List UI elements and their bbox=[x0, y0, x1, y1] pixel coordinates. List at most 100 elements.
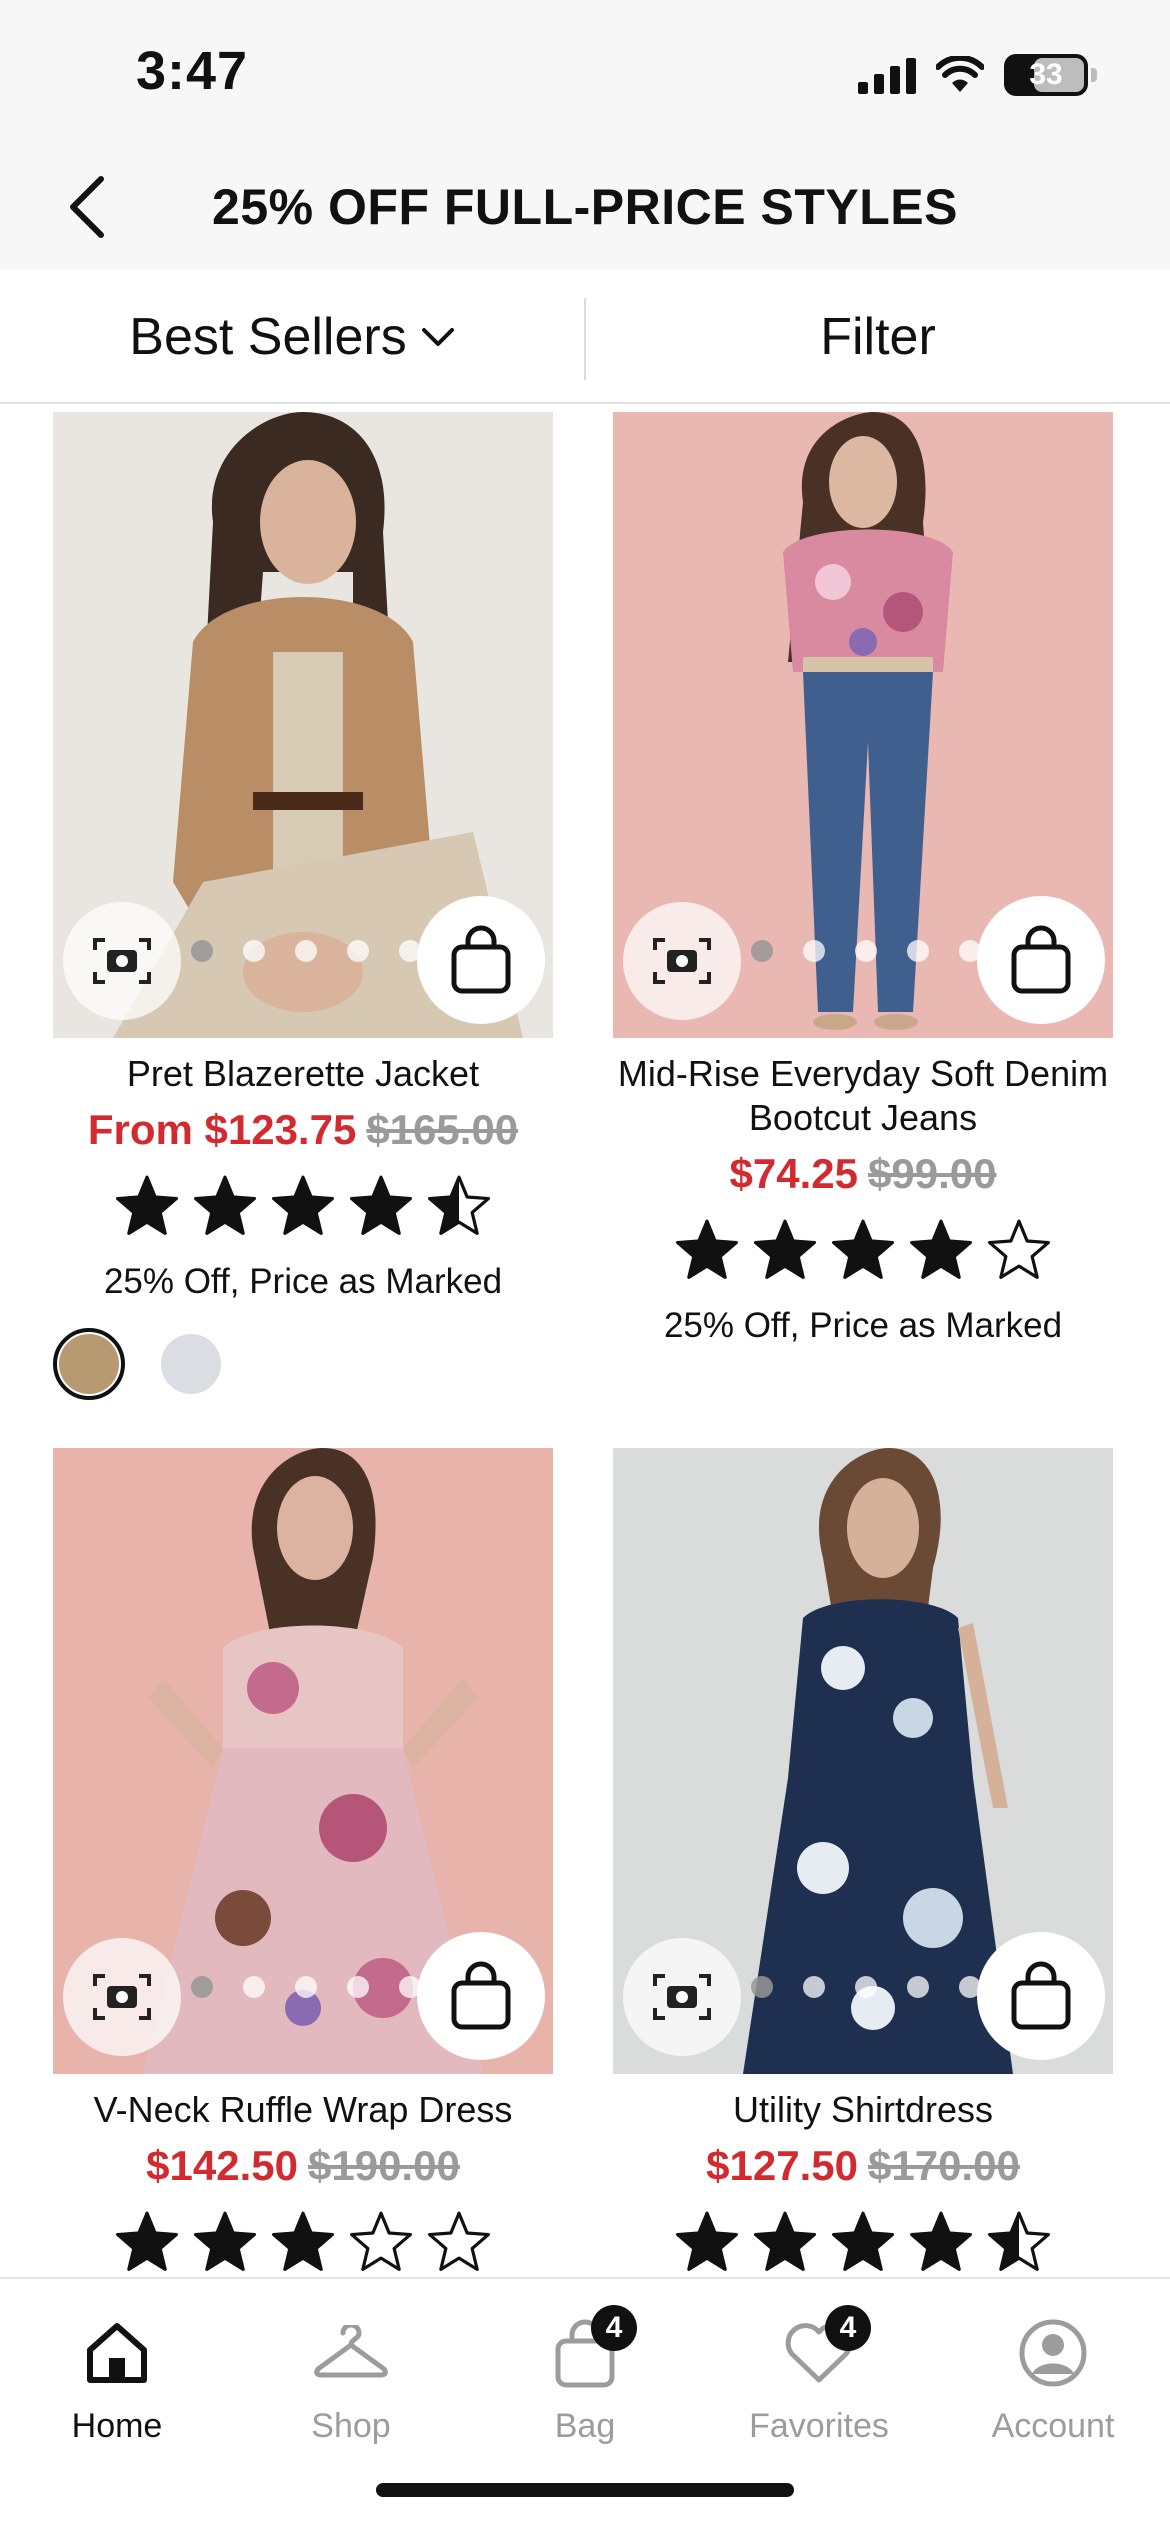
product-card[interactable]: Pret Blazerette Jacket From $123.75 $165.… bbox=[53, 412, 613, 1412]
image-carousel-dots[interactable] bbox=[191, 1976, 421, 1998]
product-card[interactable]: V-Neck Ruffle Wrap Dress $142.50 $190.00 bbox=[53, 1448, 613, 2278]
heart-icon: 4 bbox=[779, 2305, 871, 2393]
original-price: $165.00 bbox=[366, 1106, 519, 1153]
product-price: $127.50 $170.00 bbox=[613, 2142, 1113, 2190]
product-name[interactable]: Pret Blazerette Jacket bbox=[53, 1052, 553, 1096]
visual-search-button[interactable] bbox=[623, 1938, 741, 2056]
sale-price: $74.25 bbox=[729, 1150, 858, 1197]
rating-stars bbox=[613, 1218, 1113, 1280]
product-price: From $123.75 $165.00 bbox=[53, 1106, 553, 1154]
star-full-icon bbox=[116, 1175, 178, 1235]
sale-price: $142.50 bbox=[146, 2142, 298, 2189]
add-to-bag-button[interactable] bbox=[417, 1932, 545, 2060]
product-price: $142.50 $190.00 bbox=[53, 2142, 553, 2190]
original-price: $190.00 bbox=[308, 2142, 460, 2189]
star-full-icon bbox=[832, 1219, 894, 1279]
star-empty-icon bbox=[427, 2211, 490, 2271]
signal-icon bbox=[858, 56, 916, 94]
tab-account[interactable]: Account bbox=[936, 2279, 1170, 2479]
star-full-icon bbox=[676, 1219, 738, 1279]
star-full-icon bbox=[832, 2211, 894, 2271]
rating-stars bbox=[613, 2210, 1113, 2272]
star-full-icon bbox=[271, 2211, 334, 2271]
tab-bag[interactable]: 4 Bag bbox=[468, 2279, 702, 2479]
status-time: 3:47 bbox=[136, 41, 249, 101]
product-name[interactable]: V-Neck Ruffle Wrap Dress bbox=[53, 2088, 553, 2132]
hanger-icon bbox=[311, 2313, 391, 2393]
star-full-icon bbox=[194, 2211, 256, 2271]
tab-shop[interactable]: Shop bbox=[234, 2279, 468, 2479]
rating-stars bbox=[53, 2210, 553, 2272]
product-image[interactable] bbox=[53, 1448, 553, 2074]
star-half-icon bbox=[427, 1175, 490, 1235]
star-full-icon bbox=[676, 2211, 738, 2271]
promo-text: 25% Off, Price as Marked bbox=[663, 1306, 1063, 1345]
star-full-icon bbox=[754, 1219, 816, 1279]
status-icons: 33 bbox=[858, 52, 1097, 98]
product-image[interactable] bbox=[613, 412, 1113, 1038]
chevron-down-icon bbox=[421, 328, 454, 346]
color-swatch[interactable] bbox=[155, 1328, 227, 1400]
bag-icon bbox=[451, 925, 511, 994]
star-empty-icon bbox=[349, 2211, 412, 2271]
camera-scan-icon bbox=[93, 1974, 151, 2020]
filter-button[interactable]: Filter bbox=[586, 270, 1170, 404]
product-card[interactable]: Mid-Rise Everyday Soft Denim Bootcut Jea… bbox=[613, 412, 1170, 1412]
tab-home[interactable]: Home bbox=[0, 2279, 234, 2479]
star-full-icon bbox=[194, 1175, 256, 1235]
bag-icon bbox=[1011, 1961, 1071, 2030]
star-full-icon bbox=[349, 1175, 412, 1235]
star-half-icon bbox=[988, 2211, 1050, 2271]
star-full-icon bbox=[271, 1175, 334, 1235]
star-full-icon bbox=[910, 2211, 972, 2271]
sort-filter-bar: Best Sellers Filter bbox=[0, 270, 1170, 404]
favorites-count-badge: 4 bbox=[825, 2305, 871, 2351]
original-price: $99.00 bbox=[868, 1150, 997, 1197]
tab-label: Favorites bbox=[749, 2407, 889, 2445]
rating-stars bbox=[53, 1174, 553, 1236]
visual-search-button[interactable] bbox=[623, 902, 741, 1020]
battery-level: 33 bbox=[1029, 58, 1063, 91]
color-swatch[interactable] bbox=[53, 1328, 125, 1400]
sale-price: $127.50 bbox=[706, 2142, 858, 2189]
tab-favorites[interactable]: 4 Favorites bbox=[702, 2279, 936, 2479]
home-indicator bbox=[376, 2483, 794, 2497]
add-to-bag-button[interactable] bbox=[977, 1932, 1105, 2060]
add-to-bag-button[interactable] bbox=[417, 896, 545, 1024]
camera-scan-icon bbox=[653, 1974, 711, 2020]
page-title: 25% OFF FULL-PRICE STYLES bbox=[212, 179, 958, 235]
sort-label: Best Sellers bbox=[129, 308, 407, 366]
product-card[interactable]: Utility Shirtdress $127.50 $170.00 bbox=[613, 1448, 1170, 2278]
visual-search-button[interactable] bbox=[63, 1938, 181, 2056]
original-price: $170.00 bbox=[868, 2142, 1020, 2189]
visual-search-button[interactable] bbox=[63, 902, 181, 1020]
image-carousel-dots[interactable] bbox=[751, 1976, 981, 1998]
header: 25% OFF FULL-PRICE STYLES bbox=[0, 150, 1170, 270]
tab-label: Shop bbox=[311, 2407, 391, 2445]
tab-label: Account bbox=[991, 2407, 1115, 2445]
wifi-icon bbox=[936, 56, 984, 92]
product-image[interactable] bbox=[53, 412, 553, 1038]
color-swatches bbox=[53, 1328, 227, 1400]
add-to-bag-button[interactable] bbox=[977, 896, 1105, 1024]
top-area: 3:47 33 25% OFF FULL-PRICE STYLES bbox=[0, 0, 1170, 270]
product-name[interactable]: Utility Shirtdress bbox=[613, 2088, 1113, 2132]
product-name[interactable]: Mid-Rise Everyday Soft Denim Bootcut Jea… bbox=[613, 1052, 1113, 1140]
star-full-icon bbox=[910, 1219, 972, 1279]
image-carousel-dots[interactable] bbox=[191, 940, 421, 962]
sort-button[interactable]: Best Sellers bbox=[0, 270, 584, 404]
sale-price: From $123.75 bbox=[87, 1106, 357, 1153]
promo-text: 25% Off, Price as Marked bbox=[103, 1262, 503, 1301]
star-full-icon bbox=[754, 2211, 816, 2271]
camera-scan-icon bbox=[93, 938, 151, 984]
bag-count-badge: 4 bbox=[591, 2305, 637, 2351]
product-image[interactable] bbox=[613, 1448, 1113, 2074]
tab-label: Bag bbox=[554, 2407, 616, 2445]
star-empty-icon bbox=[988, 1219, 1050, 1279]
bag-icon bbox=[1011, 925, 1071, 994]
account-icon bbox=[1013, 2313, 1093, 2393]
bag-icon bbox=[451, 1961, 511, 2030]
tab-label: Home bbox=[71, 2407, 163, 2445]
filter-label: Filter bbox=[820, 308, 936, 366]
image-carousel-dots[interactable] bbox=[751, 940, 981, 962]
